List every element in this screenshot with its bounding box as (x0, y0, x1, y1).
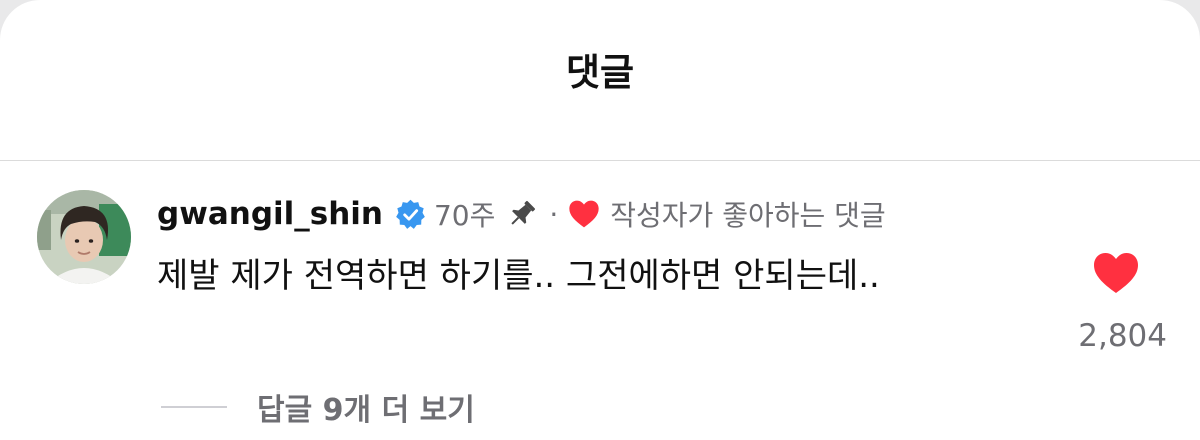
replies-divider (161, 406, 227, 408)
verified-badge-icon (395, 199, 426, 230)
avatar-image (37, 190, 131, 284)
like-count: 2,804 (1078, 318, 1167, 354)
meta-separator: · (549, 197, 559, 231)
comments-header: 댓글 (0, 0, 1200, 161)
replies-label: 답글 9개 더 보기 (257, 393, 475, 428)
page-title: 댓글 (565, 51, 635, 94)
comment-meta: gwangil_shin 70주 · 작성자가 좋아하는 댓글 (157, 191, 886, 237)
author-liked-heart-icon (568, 199, 600, 229)
comments-sheet: 댓글 gwangil_shin 70주 · 작성자가 좋아하는 댓글 제발 제가… (0, 0, 1200, 440)
view-replies-button[interactable]: 답글 9개 더 보기 (161, 385, 475, 429)
comment-time: 70주 (433, 199, 496, 232)
avatar[interactable] (37, 190, 131, 284)
comment-text: 제발 제가 전역하면 하기를.. 그전에하면 안되는데.. (157, 256, 880, 296)
author-liked-label: 작성자가 좋아하는 댓글 (610, 199, 886, 232)
pin-icon (507, 199, 537, 229)
username-link[interactable]: gwangil_shin (157, 196, 383, 232)
heart-icon (1094, 253, 1138, 293)
like-button[interactable] (1092, 251, 1140, 295)
